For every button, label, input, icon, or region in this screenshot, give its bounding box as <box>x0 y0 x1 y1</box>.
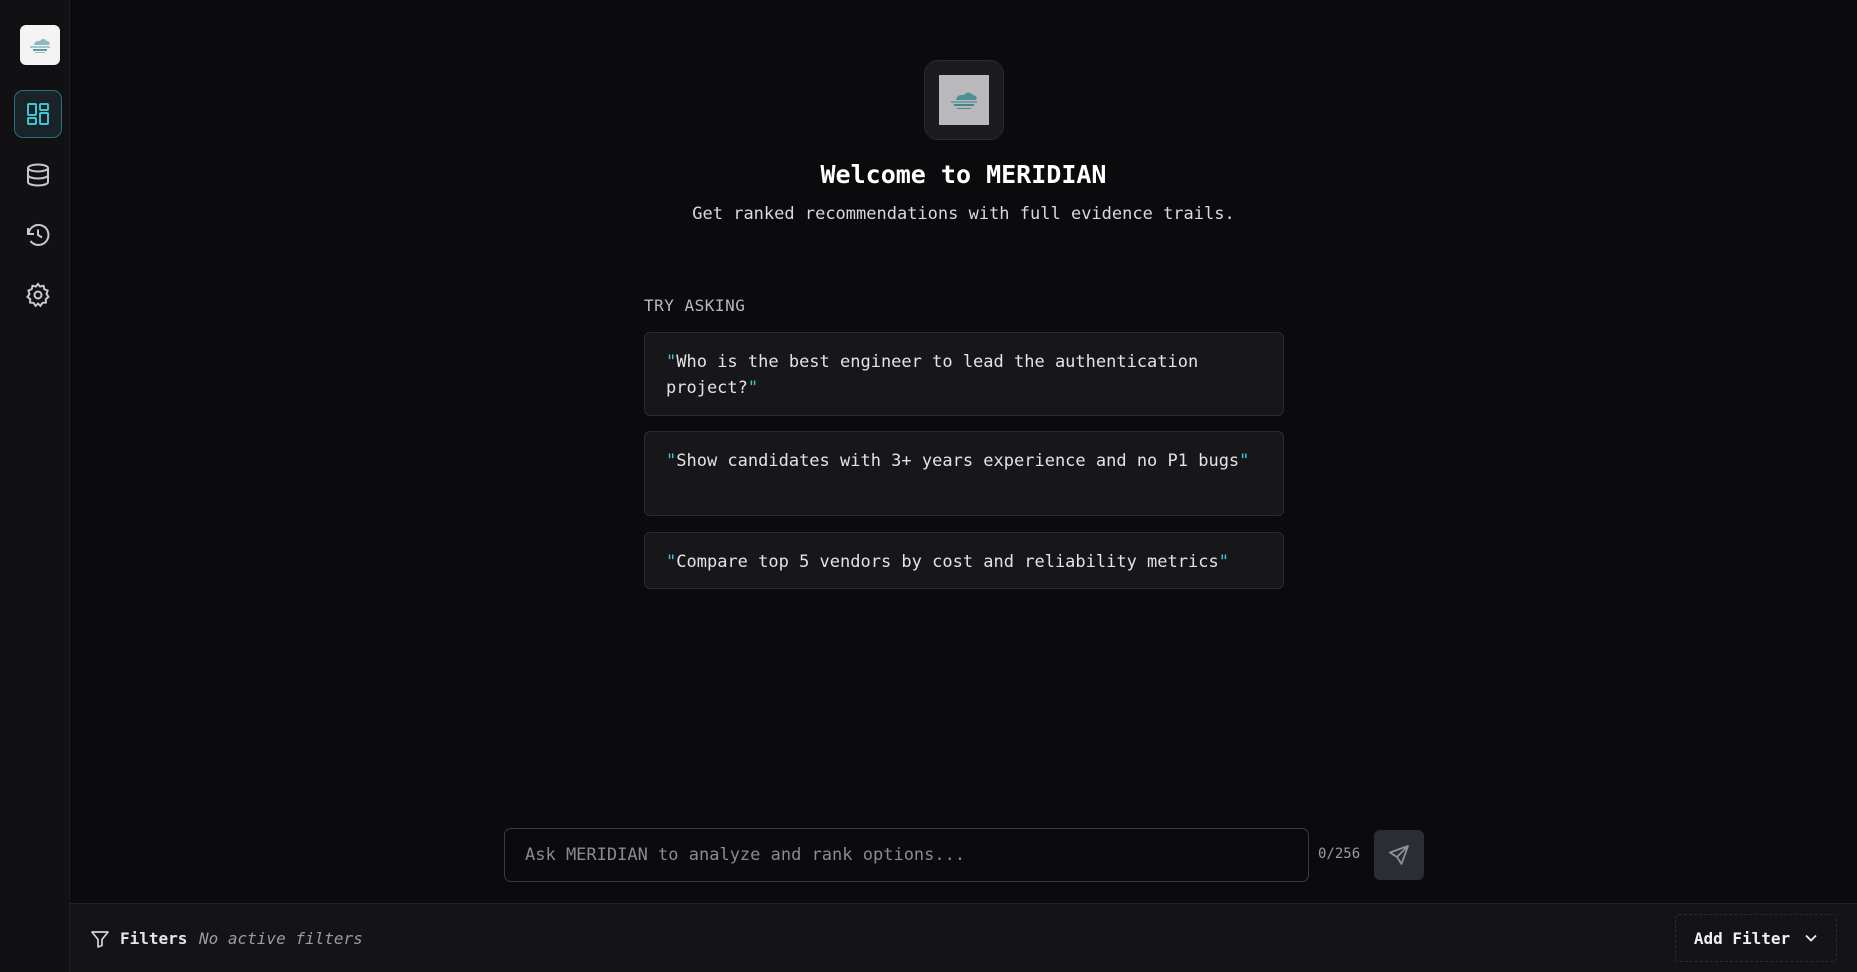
filter-bar: Filters No active filters Add Filter <box>70 903 1857 972</box>
send-button[interactable] <box>1374 830 1424 880</box>
chevron-down-icon <box>1805 934 1817 942</box>
suggestion-text: Show candidates with 3+ years experience… <box>676 451 1240 471</box>
filters-label: Filters <box>120 929 188 948</box>
history-icon <box>27 223 50 246</box>
hero-logo <box>924 60 1004 140</box>
meridian-logo-icon <box>30 39 50 53</box>
quote-mark: " <box>666 451 677 471</box>
quote-mark: " <box>1239 451 1250 471</box>
sidebar-item-settings[interactable] <box>14 271 62 319</box>
quote-mark: " <box>666 552 677 572</box>
suggestions-label: TRY ASKING <box>644 296 746 315</box>
suggestion-text: Who is the best engineer to lead the aut… <box>666 352 1199 398</box>
gear-icon <box>26 282 50 308</box>
sidebar <box>0 0 70 972</box>
page-subtitle: Get ranked recommendations with full evi… <box>692 204 1235 224</box>
dashboard-icon <box>27 103 49 125</box>
filter-icon <box>91 931 109 948</box>
meridian-logo-icon <box>951 92 977 109</box>
add-filter-label: Add Filter <box>1693 928 1791 948</box>
quote-mark: " <box>666 352 677 372</box>
filters-status: No active filters <box>199 929 363 948</box>
suggestion-item[interactable]: "Show candidates with 3+ years experienc… <box>644 431 1284 516</box>
quote-mark: " <box>747 378 759 398</box>
char-counter: 0/256 <box>1318 846 1361 862</box>
suggestion-item[interactable]: "Who is the best engineer to lead the au… <box>644 332 1284 416</box>
sidebar-item-dashboard[interactable] <box>14 90 62 138</box>
quote-mark: " <box>1218 552 1229 572</box>
suggestion-item[interactable]: "Compare top 5 vendors by cost and relia… <box>644 532 1284 589</box>
add-filter-button[interactable]: Add Filter <box>1675 914 1837 962</box>
page-title: Welcome to MERIDIAN <box>820 160 1107 189</box>
send-icon <box>1389 845 1409 865</box>
suggestion-text: Compare top 5 vendors by cost and reliab… <box>676 552 1219 572</box>
ask-input[interactable] <box>504 828 1309 882</box>
meridian-logo-image <box>939 75 989 125</box>
app-logo[interactable] <box>20 25 60 65</box>
